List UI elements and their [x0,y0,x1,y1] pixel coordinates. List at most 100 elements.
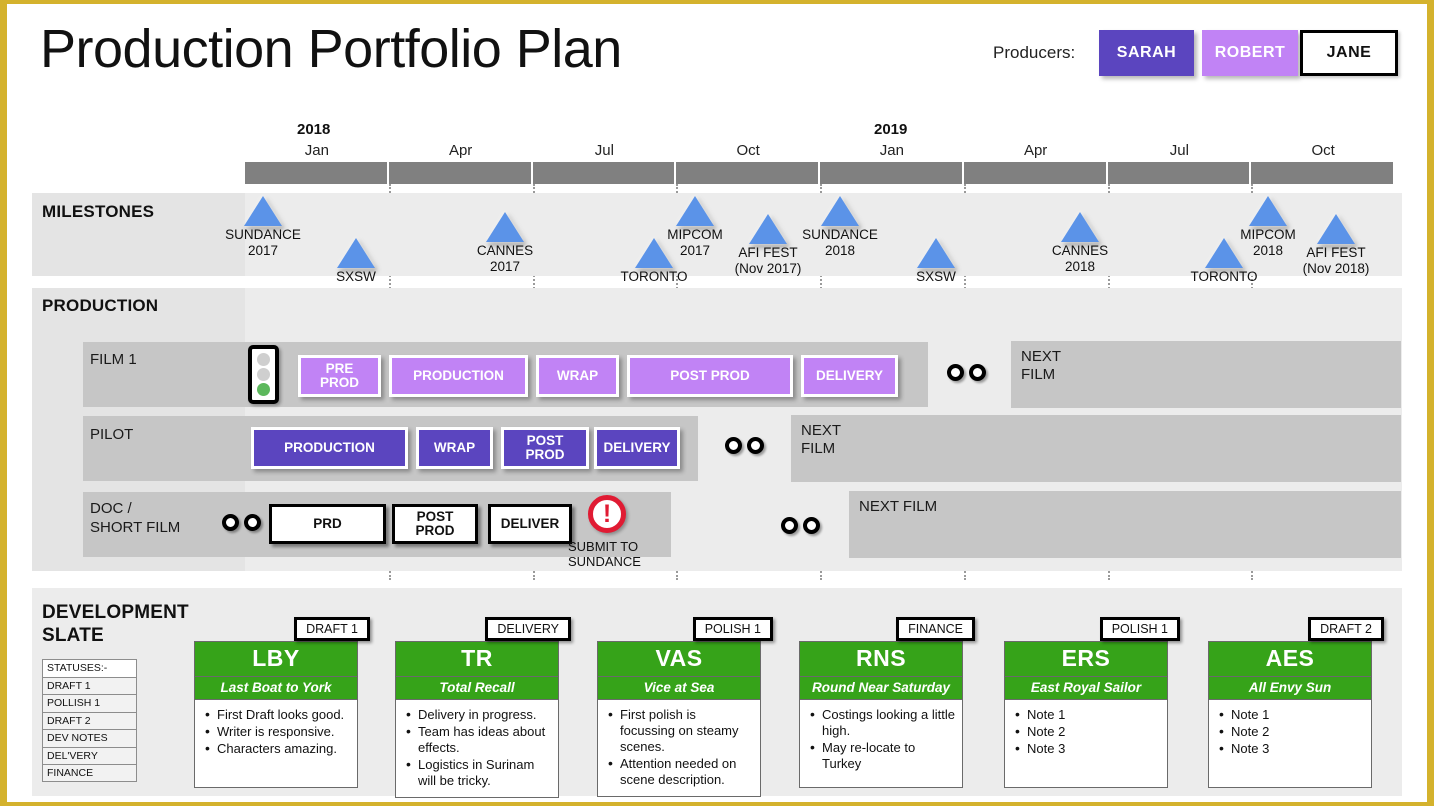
dev-slate-card[interactable]: DRAFT 1LBYLast Boat to York First Draft l… [194,617,370,788]
milestone-label: TORONTO [620,269,688,284]
milestone-marker[interactable]: CANNES 2017 [445,212,565,274]
timeline-quarter-block [676,162,820,184]
card-notes: Note 1Note 2Note 3 [1004,700,1168,788]
timeline-quarter-block [1107,162,1252,184]
traffic-light-lamp [257,368,270,381]
triangle-icon [244,196,282,226]
timeline-quarter-label: Jul [594,142,614,159]
milestone-label: SXSW [916,269,956,284]
task-bar-post-prod[interactable]: POST PROD [501,427,589,469]
triangle-icon [821,196,859,226]
task-bar-label: DELIVERY [603,439,671,455]
task-bar-label: PRODUCTION [284,439,375,455]
row-end-dot-pair[interactable] [725,437,764,454]
statuses-heading: STATUSES:- [42,659,137,677]
alert-icon[interactable]: ! [588,495,626,533]
timeline-quarter-block [245,162,389,184]
card-title: Last Boat to York [194,676,358,700]
producer-chip-sarah[interactable]: SARAH [1099,30,1194,76]
timeline-quarter-block [963,162,1108,184]
card-code: VAS [597,641,761,676]
milestones-title: MILESTONES [42,202,155,221]
task-bar-label: DELIVERY [815,367,883,383]
card-note-item: Note 3 [1217,740,1365,757]
dev-slate-card[interactable]: POLISH 1VASVice at Sea First polish is fo… [597,617,773,797]
production-title: PRODUCTION [42,296,159,315]
milestone-marker[interactable]: CANNES 2018 [1020,212,1140,274]
card-note-item: Team has ideas about effects. [404,723,552,756]
circle-marker-icon [244,514,261,531]
status-legend-item: DEV NOTES [42,729,137,747]
task-bar-production[interactable]: PRODUCTION [251,427,408,469]
card-note-item: Note 2 [1013,723,1161,740]
card-note-item: Note 2 [1217,723,1365,740]
traffic-light-indicator[interactable] [248,345,279,404]
traffic-light-green-lamp [257,383,270,396]
task-bar-label: WRAP [433,439,476,455]
producers-label: Producers: [993,43,1076,62]
triangle-icon [1061,212,1099,242]
producer-chip-robert[interactable]: ROBERT [1202,30,1298,76]
alert-label: SUBMIT TO SUNDANCE [568,539,641,569]
task-bar-pre-prod[interactable]: PRE PROD [298,355,381,397]
card-code: ERS [1004,641,1168,676]
circle-marker-icon [803,517,820,534]
page-title: Production Portfolio Plan [40,19,622,79]
task-bar-label: DELIVER [500,515,560,531]
card-note-item: Note 1 [1013,706,1161,723]
card-notes: Costings looking a little high.May re-lo… [799,700,963,788]
dev-slate-card[interactable]: POLISH 1ERSEast Royal Sailor Note 1Note 2… [1004,617,1180,788]
production-row-label: FILM 1 [90,351,137,368]
row-end-dot-pair[interactable] [781,517,820,534]
card-code: AES [1208,641,1372,676]
card-note-item: Logistics in Surinam will be tricky. [404,756,552,789]
card-notes-list: First polish is focussing on steamy scen… [606,706,754,788]
task-bar-post-prod[interactable]: POST PROD [627,355,793,397]
next-film-block: NEXT FILM [849,491,1401,558]
card-notes-list: First Draft looks good.Writer is respons… [203,706,351,757]
task-bar-post-prod[interactable]: POST PROD [392,504,478,544]
card-status-tag[interactable]: POLISH 1 [692,617,773,641]
circle-marker-icon [781,517,798,534]
milestone-marker[interactable]: AFI FEST (Nov 2018) [1276,214,1396,276]
row-end-dot-pair[interactable] [947,364,986,381]
card-status-tag[interactable]: FINANCE [896,617,975,641]
card-notes: Note 1Note 2Note 3 [1208,700,1372,788]
task-bar-wrap[interactable]: WRAP [416,427,493,469]
card-title: All Envy Sun [1208,676,1372,700]
producer-chip-jane[interactable]: JANE [1300,30,1398,76]
task-bar-label: PRE PROD [319,360,359,390]
task-bar-prd[interactable]: PRD [269,504,386,544]
row-start-dot-pair[interactable] [222,514,261,531]
dev-slate-card[interactable]: DELIVERYTRTotal Recall Delivery in progre… [395,617,571,798]
card-status-tag[interactable]: DELIVERY [485,617,571,641]
dev-slate-card[interactable]: DRAFT 2AESAll Envy Sun Note 1Note 2Note 3 [1208,617,1384,788]
production-row-label: PILOT [90,426,134,443]
timeline-quarter-label: Apr [1023,142,1048,159]
task-bar-wrap[interactable]: WRAP [536,355,619,397]
circle-marker-icon [969,364,986,381]
triangle-icon [486,212,524,242]
card-note-item: Note 1 [1217,706,1365,723]
card-title: Round Near Saturday [799,676,963,700]
task-bar-label: POST PROD [415,508,455,538]
card-status-tag[interactable]: DRAFT 1 [294,617,370,641]
card-notes-list: Note 1Note 2Note 3 [1217,706,1365,757]
next-film-block: NEXT FILM [1011,341,1401,408]
card-status-tag[interactable]: DRAFT 2 [1308,617,1384,641]
dev-slate-card[interactable]: FINANCERNSRound Near Saturday Costings lo… [799,617,975,788]
milestone-label: CANNES 2017 [476,243,534,274]
timeline-quarter-label: Jan [304,142,329,159]
status-legend-item: DRAFT 2 [42,711,137,729]
card-notes-list: Delivery in progress.Team has ideas abou… [404,706,552,789]
task-bar-delivery[interactable]: DELIVERY [801,355,898,397]
task-bar-production[interactable]: PRODUCTION [389,355,528,397]
card-notes-list: Note 1Note 2Note 3 [1013,706,1161,757]
card-status-tag[interactable]: POLISH 1 [1099,617,1180,641]
task-bar-delivery[interactable]: DELIVERY [594,427,680,469]
task-bar-deliver[interactable]: DELIVER [488,504,572,544]
status-legend-item: DEL'VERY [42,746,137,764]
card-notes-list: Costings looking a little high.May re-lo… [808,706,956,772]
card-title: Vice at Sea [597,676,761,700]
card-note-item: Characters amazing. [203,740,351,757]
